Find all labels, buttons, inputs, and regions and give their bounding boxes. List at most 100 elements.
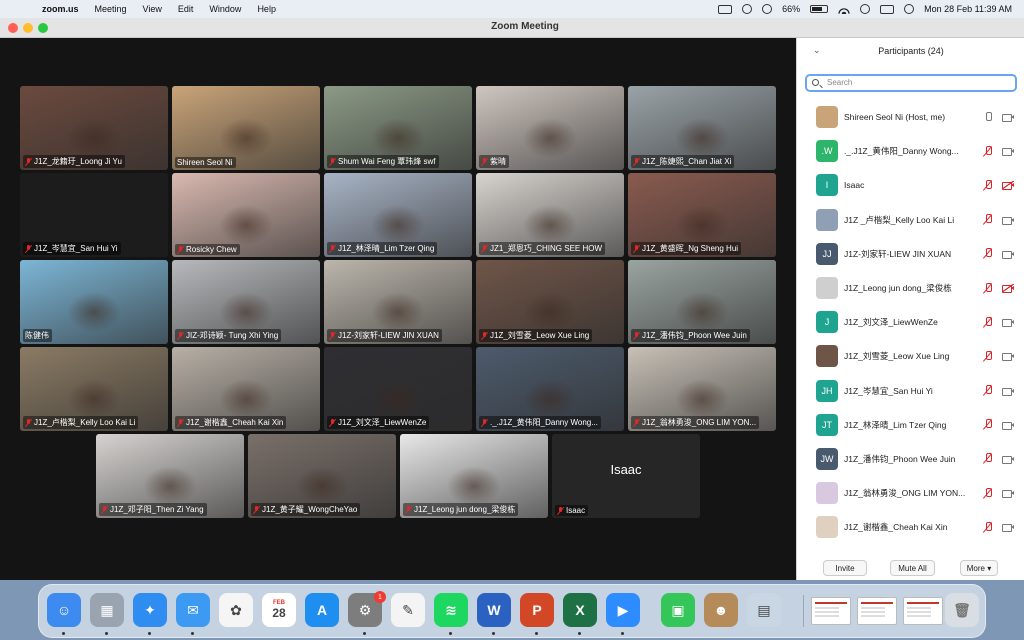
camera-icon[interactable]	[1002, 489, 1014, 499]
spotify-icon[interactable]: ≋	[434, 593, 468, 627]
menu-edit[interactable]: Edit	[178, 4, 194, 14]
control-center-icon[interactable]	[880, 4, 895, 14]
participant-video-tile[interactable]: J1Z_刘文泽_LiewWenZe	[324, 347, 472, 431]
participant-video-tile[interactable]: 紫晴	[476, 86, 624, 170]
mic-muted-icon[interactable]	[983, 419, 993, 430]
mute-all-button[interactable]: Mute All	[890, 560, 935, 576]
photos-icon[interactable]: ✿	[219, 593, 253, 627]
camera-icon[interactable]	[1002, 421, 1014, 430]
menu-window[interactable]: Window	[209, 4, 241, 14]
finder-icon[interactable]: ☺	[47, 593, 81, 627]
invite-button[interactable]: Invite	[823, 560, 867, 576]
participant-row[interactable]: JW J1Z_潘伟钧_Phoon Wee Juin	[797, 442, 1024, 476]
participant-video-tile[interactable]: Isaac Isaac	[552, 434, 700, 518]
participant-video-tile[interactable]: JIZ-邓诗颖- Tung Xhi Ying	[172, 260, 320, 344]
zoom-icon[interactable]: ▶	[606, 593, 640, 627]
wifi-icon[interactable]	[838, 4, 851, 14]
participant-video-tile[interactable]: ._.J1Z_黄伟阳_Danny Wong...	[476, 347, 624, 431]
participant-row[interactable]: I Isaac	[797, 168, 1024, 202]
participant-row[interactable]: J1Z_翁林勇浚_ONG LIM YON...	[797, 476, 1024, 510]
menu-view[interactable]: View	[143, 4, 162, 14]
participant-video-tile[interactable]: J1Z_卢楷梨_Kelly Loo Kai Li	[20, 347, 168, 431]
more-button[interactable]: More ▾	[960, 560, 998, 576]
participant-video-tile[interactable]: J1Z_翁林勇浚_ONG LIM YON...	[628, 347, 776, 431]
camera-icon[interactable]	[1002, 523, 1014, 533]
mic-muted-icon[interactable]	[983, 487, 993, 499]
participant-row[interactable]: J J1Z_刘文泽_LiewWenZe	[797, 305, 1024, 339]
trash-icon[interactable]: 🗑	[945, 593, 979, 627]
title-bar[interactable]: Zoom Meeting	[0, 18, 1024, 38]
participant-video-tile[interactable]: J1Z_Leong jun dong_梁俊栋	[400, 434, 548, 518]
menu-clock[interactable]: Mon 28 Feb 11:39 AM	[924, 4, 1012, 14]
powerpoint-icon[interactable]: P	[520, 593, 554, 627]
participant-video-tile[interactable]: J1Z_龙籍玗_Loong Ji Yu	[20, 86, 168, 170]
spotlight-icon[interactable]	[860, 4, 871, 14]
camera-icon[interactable]	[1002, 250, 1014, 259]
menu-help[interactable]: Help	[257, 4, 276, 14]
minimized-window-thumbnail[interactable]	[903, 597, 943, 625]
participant-row[interactable]: J1Z_刘雪菱_Leow Xue Ling	[797, 339, 1024, 373]
launchpad-icon[interactable]: ▦	[90, 593, 124, 627]
safari-icon[interactable]: ✦	[133, 593, 167, 627]
mic-muted-icon[interactable]	[983, 179, 993, 191]
mail-icon[interactable]: ✉	[176, 593, 210, 627]
participant-video-tile[interactable]: Shum Wai Feng 覃玮烽 swf	[324, 86, 472, 170]
mic-muted-icon[interactable]	[983, 350, 993, 362]
textedit-icon[interactable]: ✎	[391, 593, 425, 627]
camera-off-icon[interactable]	[1002, 284, 1014, 294]
participant-row[interactable]: J1Z_Leong jun dong_梁俊栋	[797, 271, 1024, 305]
participant-video-tile[interactable]: JZ1_郑恩巧_CHING SEE HOW	[476, 173, 624, 257]
mic-muted-icon[interactable]	[983, 248, 993, 259]
participant-row[interactable]: J1Z _卢楷梨_Kelly Loo Kai Li	[797, 203, 1024, 237]
mic-muted-icon[interactable]	[983, 145, 993, 157]
mic-muted-icon[interactable]	[983, 385, 993, 396]
menu-meeting[interactable]: Meeting	[95, 4, 127, 14]
excel-icon[interactable]: X	[563, 593, 597, 627]
participant-video-tile[interactable]: J1Z_黄子耀_WongCheYao	[248, 434, 396, 518]
minimized-window-thumbnail[interactable]	[857, 597, 897, 625]
participant-video-tile[interactable]: J1Z_谢楷鑫_Cheah Kai Xin	[172, 347, 320, 431]
mic-muted-icon[interactable]	[983, 316, 993, 328]
participant-video-tile[interactable]: Rosicky Chew	[172, 173, 320, 257]
menu-app-name[interactable]: zoom.us	[42, 4, 79, 14]
app-store-icon[interactable]: A	[305, 593, 339, 627]
camera-icon[interactable]	[1002, 318, 1014, 328]
preview-icon[interactable]: ▤	[747, 593, 781, 627]
battery-icon[interactable]	[810, 5, 829, 13]
siri-icon[interactable]	[904, 4, 915, 14]
participant-search-input[interactable]: Search	[805, 74, 1017, 92]
camera-icon[interactable]	[1002, 216, 1014, 225]
participant-row[interactable]: JH J1Z_岑慧宜_San Hui Yi	[797, 374, 1024, 408]
participant-video-tile[interactable]: J1Z_邓子阳_Then Zi Yang	[96, 434, 244, 518]
participant-row[interactable]: JJ J1Z-刘家轩-LIEW JIN XUAN	[797, 237, 1024, 271]
participant-video-tile[interactable]: J1Z_黄盛晖_Ng Sheng Hui	[628, 173, 776, 257]
participant-video-tile[interactable]: J1Z_林泽晴_Lim Tzer Qing	[324, 173, 472, 257]
word-icon[interactable]: W	[477, 593, 511, 627]
camera-off-icon[interactable]	[1002, 181, 1014, 191]
camera-icon[interactable]	[1002, 147, 1014, 157]
participant-video-tile[interactable]: 陈健伟	[20, 260, 168, 344]
media-status-icon[interactable]	[762, 4, 773, 14]
participant-video-tile[interactable]: J1Z_陈婕熙_Chan Jiat Xi	[628, 86, 776, 170]
mic-icon[interactable]	[983, 111, 993, 123]
facetime-icon[interactable]: ▣	[661, 593, 695, 627]
participant-video-tile[interactable]: J1Z-刘家轩-LIEW JIN XUAN	[324, 260, 472, 344]
calendar-icon[interactable]: FEB 28	[262, 593, 296, 627]
zoom-status-icon[interactable]	[718, 4, 733, 14]
participant-video-tile[interactable]: J1Z_岑慧宜_San Hui Yi	[20, 173, 168, 257]
minimized-window-thumbnail[interactable]	[811, 597, 851, 625]
participant-row[interactable]: Shireen Seol Ni (Host, me)	[797, 100, 1024, 134]
participant-video-tile[interactable]: Shireen Seol Ni	[172, 86, 320, 170]
participant-video-tile[interactable]: J1Z_潘伟钧_Phoon Wee Juin	[628, 260, 776, 344]
mic-muted-icon[interactable]	[983, 214, 993, 225]
camera-icon[interactable]	[1002, 113, 1014, 123]
camera-icon[interactable]	[1002, 387, 1014, 396]
mic-muted-icon[interactable]	[983, 453, 993, 464]
contacts-icon[interactable]: ☻	[704, 593, 738, 627]
mic-muted-icon[interactable]	[983, 282, 993, 294]
camera-icon[interactable]	[1002, 455, 1014, 464]
participant-video-tile[interactable]: J1Z_刘雪菱_Leow Xue Ling	[476, 260, 624, 344]
participant-row[interactable]: .W ._.J1Z_黄伟阳_Danny Wong...	[797, 134, 1024, 168]
participant-row[interactable]: J1Z_谢楷鑫_Cheah Kai Xin	[797, 510, 1024, 544]
mic-muted-icon[interactable]	[983, 521, 993, 533]
